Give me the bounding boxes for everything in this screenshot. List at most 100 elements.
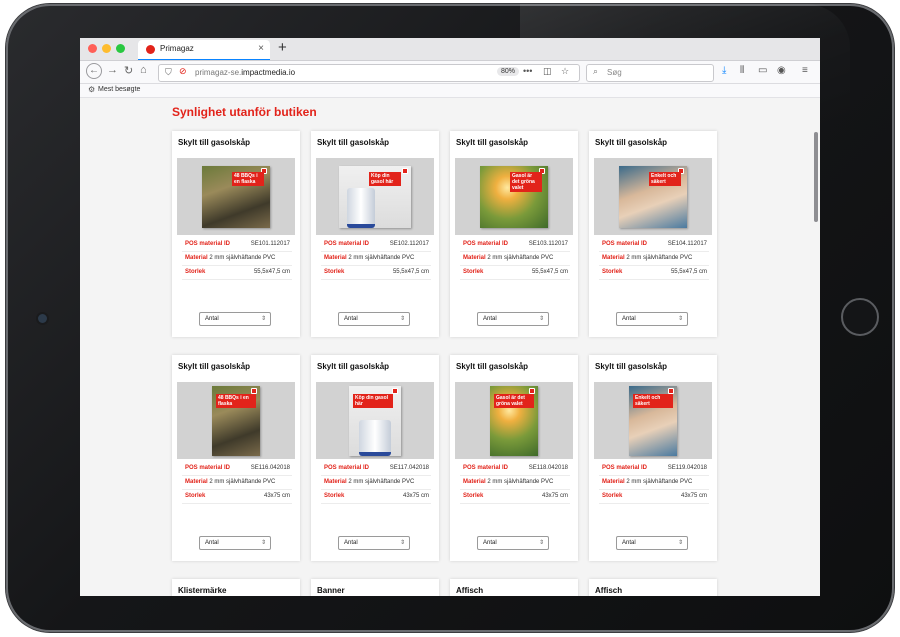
sidebar-icon[interactable]: ▭: [758, 65, 767, 76]
spec-value: SE102.112017: [389, 241, 429, 247]
card-image[interactable]: Gasol är det gröna valet: [455, 158, 573, 235]
reload-button[interactable]: ↻: [124, 64, 133, 77]
select-value: Antal: [205, 540, 219, 546]
card-title: Banner: [317, 586, 345, 595]
product-card: Skylt till gasolskåp Gasol är det gröna v…: [450, 131, 578, 337]
product-card: Skylt till gasolskåp Köp din gasol här POS…: [311, 131, 439, 337]
tab-close-icon[interactable]: ×: [258, 43, 264, 54]
poster-headline: 48 BBQs i en flaska: [216, 393, 256, 408]
card-image[interactable]: 48 BBQs i en flaska: [177, 382, 295, 459]
poster-headline: 48 BBQs i en flaska: [232, 171, 264, 186]
poster-image: Enkelt och säkert: [629, 385, 677, 456]
spec-label: Material 2 mm självhäftande PVC: [185, 479, 276, 485]
bookmark-most-visited[interactable]: Mest besøgte: [98, 86, 140, 93]
spec-value: 55,5x47,5 cm: [531, 269, 568, 275]
account-icon[interactable]: ◉: [777, 65, 786, 76]
home-icon[interactable]: ⌂: [140, 64, 147, 76]
product-card: Skylt till gasolskåp Enkelt och säkert POS…: [589, 355, 717, 561]
maximize-window-button[interactable]: [116, 44, 125, 53]
spec-value: SE118.042018: [528, 465, 568, 471]
shield-icon[interactable]: ⛉: [165, 67, 172, 78]
spec-label: Material 2 mm självhäftande PVC: [463, 479, 554, 485]
new-tab-button[interactable]: +: [278, 39, 287, 56]
primagaz-favicon-icon: [146, 45, 155, 54]
menu-icon[interactable]: ≡: [802, 65, 808, 76]
spec-row-pos-id: POS material ID SE104.112017: [599, 238, 709, 252]
tab-bar: Primagaz × +: [80, 38, 820, 61]
select-value: Antal: [344, 316, 358, 322]
url-bar[interactable]: ⛉ ⊘ primagaz-se.impactmedia.io 80% ••• ◫…: [158, 64, 580, 82]
page-content: Synlighet utanför butiken Skylt till gas…: [80, 98, 820, 596]
pocket-icon[interactable]: ◫: [543, 66, 552, 77]
card-image[interactable]: Gasol är det gröna valet: [455, 382, 573, 459]
poster-image: 48 BBQs i en flaska: [202, 165, 270, 228]
bookmark-star-icon[interactable]: ☆: [561, 66, 569, 77]
forward-button[interactable]: →: [107, 64, 118, 76]
download-icon[interactable]: ⤓: [722, 65, 726, 76]
select-arrows-icon: ⇕: [677, 540, 683, 546]
spec-label: Material 2 mm självhäftande PVC: [602, 479, 693, 485]
spec-label: Storlek: [463, 269, 484, 275]
spec-label: POS material ID: [185, 465, 231, 471]
quantity-select[interactable]: Antal ⇕: [616, 312, 688, 326]
spec-row-size: Storlek 43x75 cm: [599, 490, 709, 504]
spec-label: POS material ID: [185, 241, 231, 247]
card-title: Skylt till gasolskåp: [317, 138, 390, 147]
card-image[interactable]: Enkelt och säkert: [594, 158, 712, 235]
spec-label: Storlek: [185, 493, 206, 499]
select-arrows-icon: ⇕: [260, 316, 266, 322]
search-placeholder: Søg: [607, 68, 622, 77]
library-icon[interactable]: ⫴: [740, 65, 744, 76]
spec-list: POS material ID SE103.112017 Material 2 mm…: [460, 238, 570, 280]
spec-value: SE116.042018: [250, 465, 290, 471]
poster-image: Enkelt och säkert: [619, 165, 687, 228]
select-arrows-icon: ⇕: [538, 316, 544, 322]
spec-value: 55,5x47,5 cm: [392, 269, 429, 275]
spec-value: 2 mm självhäftande PVC: [487, 479, 554, 485]
search-input[interactable]: ⌕ Søg: [586, 64, 714, 82]
spec-row-size: Storlek 55,5x47,5 cm: [599, 266, 709, 280]
product-card: Banner: [311, 579, 439, 596]
spec-value: SE103.112017: [528, 241, 568, 247]
quantity-select[interactable]: Antal ⇕: [199, 312, 271, 326]
card-title: Skylt till gasolskåp: [178, 138, 251, 147]
quantity-select[interactable]: Antal ⇕: [199, 536, 271, 550]
quantity-select[interactable]: Antal ⇕: [477, 536, 549, 550]
quantity-select[interactable]: Antal ⇕: [616, 536, 688, 550]
spec-row-material: Material 2 mm självhäftande PVC: [460, 252, 570, 266]
card-image[interactable]: Enkelt och säkert: [594, 382, 712, 459]
bookmarks-bar: ⚙ Mest besøgte: [80, 84, 820, 98]
tab-primagaz[interactable]: Primagaz ×: [138, 40, 270, 60]
spec-list: POS material ID SE116.042018 Material 2 mm…: [182, 462, 292, 504]
spec-row-material: Material 2 mm självhäftande PVC: [182, 476, 292, 490]
card-image[interactable]: Köp din gasol här: [316, 158, 434, 235]
quantity-select[interactable]: Antal ⇕: [338, 312, 410, 326]
spec-label: POS material ID: [463, 465, 509, 471]
card-image[interactable]: Köp din gasol här: [316, 382, 434, 459]
spec-value: 2 mm självhäftande PVC: [626, 255, 693, 261]
card-title: Skylt till gasolskåp: [317, 362, 390, 371]
select-arrows-icon: ⇕: [399, 316, 405, 322]
spec-list: POS material ID SE117.042018 Material 2 mm…: [321, 462, 431, 504]
quantity-select[interactable]: Antal ⇕: [338, 536, 410, 550]
close-window-button[interactable]: [88, 44, 97, 53]
select-arrows-icon: ⇕: [538, 540, 544, 546]
product-card: Affisch: [450, 579, 578, 596]
quantity-select[interactable]: Antal ⇕: [477, 312, 549, 326]
card-image[interactable]: 48 BBQs i en flaska: [177, 158, 295, 235]
zoom-level-badge[interactable]: 80%: [497, 67, 520, 76]
back-button[interactable]: ←: [86, 63, 102, 79]
spec-label: POS material ID: [602, 465, 648, 471]
spec-row-size: Storlek 55,5x47,5 cm: [321, 266, 431, 280]
spec-row-size: Storlek 43x75 cm: [182, 490, 292, 504]
page-actions-icon[interactable]: •••: [523, 66, 532, 76]
spec-value: 2 mm självhäftande PVC: [209, 479, 276, 485]
spec-value: 2 mm självhäftande PVC: [348, 479, 415, 485]
select-arrows-icon: ⇕: [399, 540, 405, 546]
site-permission-icon[interactable]: ⊘: [179, 66, 187, 77]
gas-bottle-image: [347, 187, 375, 228]
spec-value: 2 mm självhäftande PVC: [487, 255, 554, 261]
minimize-window-button[interactable]: [102, 44, 111, 53]
scrollbar[interactable]: [814, 132, 818, 222]
home-button[interactable]: [841, 298, 879, 336]
